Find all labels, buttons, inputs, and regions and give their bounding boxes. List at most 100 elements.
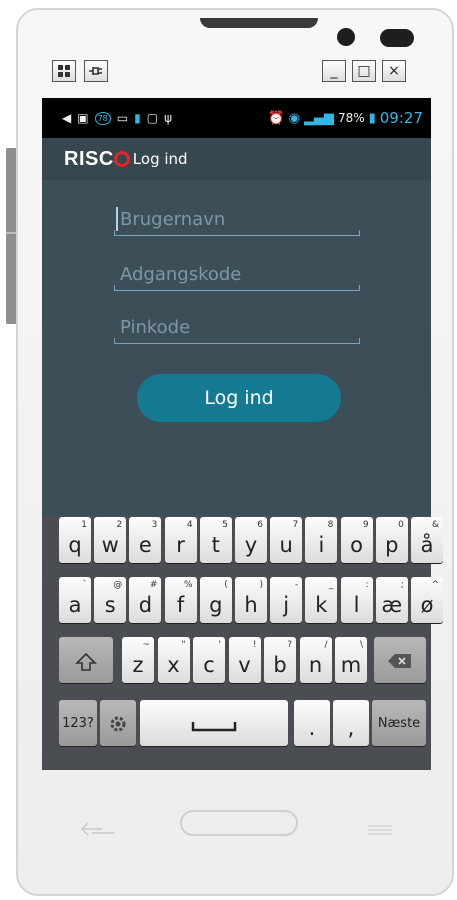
key-label: y [244,533,258,557]
key-label: u [279,533,293,557]
login-button[interactable]: Log ind [137,374,341,422]
field-tick-left [114,338,115,344]
key-label: s [104,593,116,617]
key-alt-label: & [431,520,439,530]
key-alt-label: @ [113,580,123,590]
key-j[interactable]: -j [270,577,303,623]
key-label: o [350,533,364,557]
battery-saver-icon: ▮ [134,111,141,125]
shift-key[interactable] [59,637,113,683]
back-icon: ◀ [62,111,72,125]
field-tick-right [359,285,360,291]
key-a[interactable]: ` a [59,577,91,623]
field-tick-left [114,230,115,236]
key-alt-label: " [181,640,186,650]
key-alt-label: / [324,640,328,650]
key-alt-label: ) [259,580,263,590]
username-field[interactable] [114,205,360,236]
wifi-icon: ◉ [288,110,300,126]
key-i[interactable]: 8i [305,517,338,563]
key-x[interactable]: " x [157,637,190,683]
key-label: n [308,653,323,677]
key-l[interactable]: :l [340,577,373,623]
password-field[interactable] [114,260,360,291]
pin-field[interactable] [114,313,360,344]
backspace-key[interactable] [374,637,426,683]
period-key[interactable]: . [294,700,330,746]
field-tick-left [114,285,115,291]
key-label: w [101,533,119,557]
pin-input[interactable] [114,313,360,341]
maximize-button[interactable]: □ [352,60,376,82]
key-r[interactable]: 4r [164,517,197,563]
key-alt-label: ! [252,640,257,650]
app-bar: RISC Log ind [42,138,431,180]
key-u[interactable]: 7u [270,517,303,563]
comma-key[interactable]: , [333,700,369,746]
password-input[interactable] [114,260,360,288]
key-k[interactable]: _ k [305,577,338,623]
key-d[interactable]: # d [129,577,162,623]
key-alt-label: 3 [151,520,158,530]
key-alt-label: 4 [186,520,193,530]
key-f[interactable]: % f [164,577,197,623]
key-label: z [132,653,144,677]
keyboard-icon: ▭ [116,111,129,125]
close-button[interactable]: × [382,60,406,82]
key-label: h [244,593,258,617]
key-alt-label: 6 [257,520,263,530]
key-label: m [340,653,362,677]
settings-key[interactable] [100,700,136,746]
key-y[interactable]: 6y [235,517,267,563]
key-h[interactable]: ) h [235,577,267,623]
key-alt-label: 2 [116,520,123,530]
risco-logo-mark [113,150,130,167]
field-tick-right [359,338,360,344]
key-alt-label: ~ [142,640,150,650]
key-c[interactable]: ' c [193,637,225,683]
key-alt-label: ( [224,580,228,590]
key-w[interactable]: 2w [94,517,127,563]
back-nav-icon[interactable] [80,818,116,842]
key-label: g [209,593,223,617]
home-button[interactable] [180,810,298,836]
key-o[interactable]: 9o [340,517,373,563]
key-label: i [318,533,325,557]
minimize-button[interactable]: _ [322,60,346,82]
key-p[interactable]: 0p [375,517,408,563]
key-label: ø [420,593,434,617]
sim-icon: ▣ [77,111,89,125]
key-label: k [315,593,328,617]
key-alt-label: ^ [431,580,439,590]
space-key[interactable] [140,700,288,746]
key-ø[interactable]: ^ ø [411,577,443,623]
risco-logo: RISC [64,148,133,171]
username-input[interactable] [114,205,360,233]
key-alt-label: 9 [362,520,369,530]
key-q[interactable]: 1q [59,517,91,563]
numbers-key[interactable]: 123? [59,700,97,746]
key-label: e [138,533,152,557]
key-label: q [68,533,82,557]
key-label: b [273,653,287,677]
key-m[interactable]: \ m [335,637,367,683]
key-label: f [176,593,185,617]
key-b[interactable]: ? b [264,637,296,683]
key-s[interactable]: @ s [94,577,127,623]
plug-icon[interactable] [84,60,108,82]
key-t[interactable]: 5t [199,517,232,563]
key-label: v [238,653,251,677]
key-æ[interactable]: ; æ [375,577,408,623]
key-n[interactable]: / n [299,637,332,683]
key-z[interactable]: ~ z [122,637,154,683]
key-g[interactable]: (g [199,577,232,623]
alarm-icon: ⏰ [268,110,285,126]
key-e[interactable]: 3e [129,517,162,563]
key-v[interactable]: ! v [228,637,261,683]
clock: 09:27 [379,109,423,127]
grid-icon[interactable] [52,60,76,82]
status-bar: ◀ ▣ 78 ▭ ▮ ▢ ψ ⏰ ◉ ▂▄▆ 78% ▮ 09:27 [42,98,431,138]
key-å[interactable]: & å [411,517,443,563]
menu-nav-icon[interactable] [366,818,394,842]
next-key[interactable]: Næste [372,700,426,746]
